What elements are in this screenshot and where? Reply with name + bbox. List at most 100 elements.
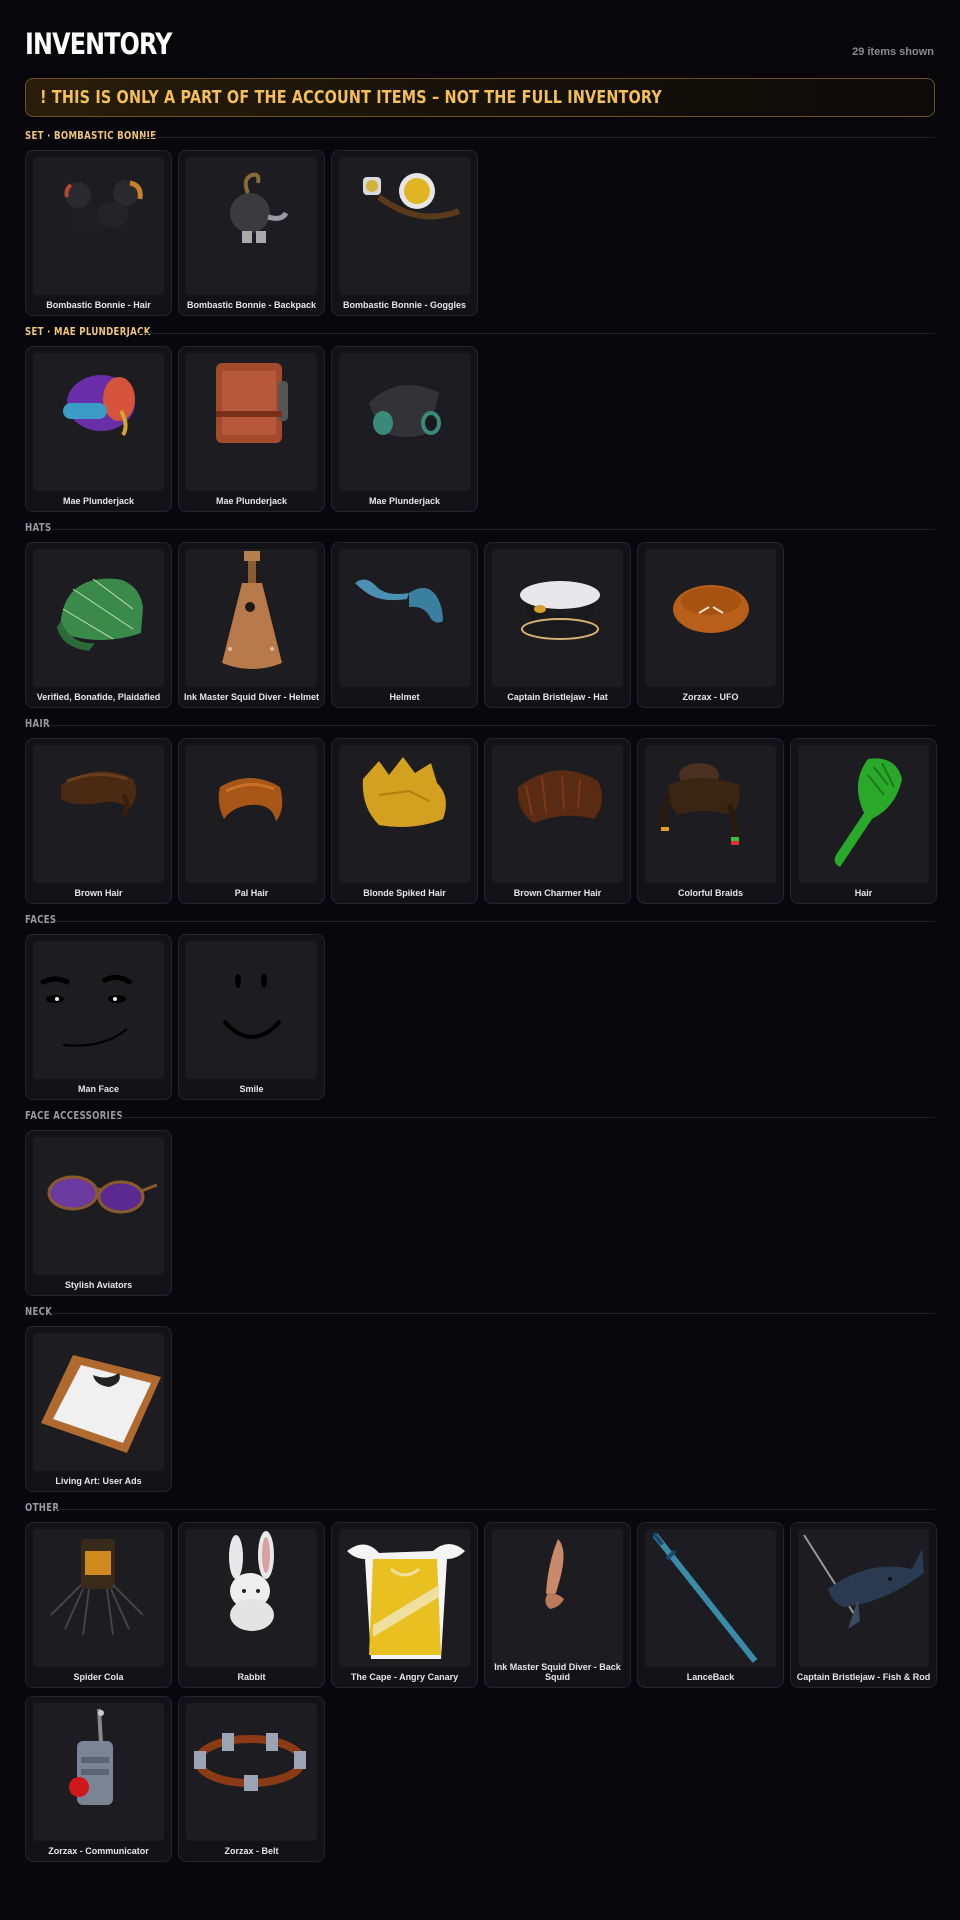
item-thumbnail: [339, 353, 470, 491]
squid-diver-helmet-image: [222, 551, 282, 669]
zorzax-belt-image: [194, 1733, 306, 1791]
section-other: OTHER: [25, 1501, 935, 1515]
item-thumbnail: [645, 1529, 776, 1667]
item-card[interactable]: Verified, Bonafide, Plaidafied: [25, 542, 172, 708]
item-card[interactable]: Bombastic Bonnie - Goggles: [331, 150, 478, 316]
item-card[interactable]: Spider Cola: [25, 1522, 172, 1688]
item-card[interactable]: Bombastic Bonnie - Hair: [25, 150, 172, 316]
item-name: Zorzax - Belt: [224, 1846, 279, 1856]
item-card[interactable]: Blonde Spiked Hair: [331, 738, 478, 904]
item-name: Bombastic Bonnie - Backpack: [186, 300, 317, 310]
item-name: Ink Master Squid Diver - Helmet: [183, 692, 320, 702]
item-name: The Cape - Angry Canary: [350, 1672, 459, 1682]
item-thumbnail: [33, 353, 164, 491]
item-thumbnail: [186, 1529, 317, 1667]
item-name: Captain Bristlejaw - Fish & Rod: [796, 1672, 931, 1682]
item-thumbnail: [339, 549, 470, 687]
item-name: Brown Charmer Hair: [513, 888, 602, 898]
item-name: Living Art: User Ads: [55, 1476, 142, 1486]
item-thumbnail: [186, 353, 317, 491]
section-divider: [49, 725, 935, 726]
section-divider: [143, 137, 935, 138]
colorful-braids-image: [661, 763, 740, 845]
section-label: SET · BOMBASTIC BONNIE: [25, 129, 157, 142]
section-label: OTHER: [25, 1501, 60, 1514]
item-name: Ink Master Squid Diver - Back Squid: [494, 1662, 621, 1682]
item-thumbnail: [33, 1333, 164, 1471]
fish-and-rod-image: [803, 1534, 924, 1629]
item-name: Zorzax - Communicator: [48, 1846, 149, 1856]
item-name: Verified, Bonafide, Plaidafied: [36, 692, 161, 702]
item-name: Spider Cola: [73, 1672, 124, 1682]
item-card[interactable]: Hair: [790, 738, 937, 904]
item-name: Brown Hair: [74, 888, 123, 898]
item-name: Bombastic Bonnie - Goggles: [342, 300, 466, 310]
item-name: Captain Bristlejaw - Hat: [507, 692, 608, 702]
item-name: Bombastic Bonnie - Hair: [46, 300, 151, 310]
smile-face-image: [222, 974, 282, 1039]
item-card[interactable]: Brown Charmer Hair: [484, 738, 631, 904]
item-card[interactable]: Ink Master Squid Diver - Back Squid: [484, 1522, 631, 1688]
item-name: Rabbit: [237, 1672, 266, 1682]
item-name: Colorful Braids: [677, 888, 743, 898]
item-card[interactable]: Brown Hair: [25, 738, 172, 904]
item-thumbnail: [33, 1529, 164, 1667]
item-card[interactable]: Mae Plunderjack: [331, 346, 478, 512]
item-card[interactable]: Smile: [178, 934, 325, 1100]
item-thumbnail: [186, 745, 317, 883]
item-card[interactable]: Zorzax - Belt: [178, 1696, 325, 1862]
item-card[interactable]: Captain Bristlejaw - Hat: [484, 542, 631, 708]
item-card[interactable]: Helmet: [331, 542, 478, 708]
item-thumbnail: [492, 1529, 623, 1667]
item-thumbnail: [33, 745, 164, 883]
item-name: LanceBack: [686, 1672, 735, 1682]
item-thumbnail: [33, 1137, 164, 1275]
stylish-aviators-image: [47, 1175, 158, 1214]
item-thumbnail: [33, 941, 164, 1079]
section-label: HAIR: [25, 717, 50, 730]
item-thumbnail: [492, 745, 623, 883]
green-hair-image: [834, 758, 902, 867]
item-card[interactable]: Mae Plunderjack: [25, 346, 172, 512]
item-card[interactable]: Colorful Braids: [637, 738, 784, 904]
item-thumbnail: [798, 1529, 929, 1667]
item-card[interactable]: Captain Bristlejaw - Fish & Rod: [790, 1522, 937, 1688]
item-name: Mae Plunderjack: [368, 496, 441, 506]
section-label: SET · MAE PLUNDERJACK: [25, 325, 151, 338]
item-card[interactable]: Zorzax - UFO: [637, 542, 784, 708]
item-card[interactable]: LanceBack: [637, 1522, 784, 1688]
item-card[interactable]: Pal Hair: [178, 738, 325, 904]
item-name: Man Face: [77, 1084, 119, 1094]
item-thumbnail: [492, 549, 623, 687]
item-name: Helmet: [389, 692, 420, 702]
item-card[interactable]: Bombastic Bonnie - Backpack: [178, 150, 325, 316]
mae-hair-image: [63, 375, 135, 437]
item-card[interactable]: The Cape - Angry Canary: [331, 1522, 478, 1688]
item-card[interactable]: Living Art: User Ads: [25, 1326, 172, 1492]
angry-canary-cape-image: [347, 1544, 465, 1659]
mae-backpack-image: [216, 363, 288, 443]
item-thumbnail: [798, 745, 929, 883]
item-name: Zorzax - UFO: [682, 692, 739, 702]
section-neck: NECK: [25, 1305, 935, 1319]
item-thumbnail: [33, 549, 164, 687]
rabbit-image: [229, 1531, 274, 1631]
man-face-image: [39, 975, 133, 1047]
section-divider: [50, 1313, 935, 1314]
brown-charmer-hair-image: [517, 770, 603, 823]
item-card[interactable]: Stylish Aviators: [25, 1130, 172, 1296]
section-label: HATS: [25, 521, 52, 534]
item-thumbnail: [645, 549, 776, 687]
ufo-hat-image: [673, 585, 749, 633]
item-card[interactable]: Rabbit: [178, 1522, 325, 1688]
item-card[interactable]: Mae Plunderjack: [178, 346, 325, 512]
item-card[interactable]: Zorzax - Communicator: [25, 1696, 172, 1862]
section-faces: FACES: [25, 913, 935, 927]
item-thumbnail: [186, 157, 317, 295]
bonnie-goggles-image: [363, 173, 461, 220]
item-card[interactable]: Man Face: [25, 934, 172, 1100]
section-hats: HATS: [25, 521, 935, 535]
page-title: INVENTORY: [25, 27, 172, 61]
living-art-image: [41, 1355, 161, 1453]
item-card[interactable]: Ink Master Squid Diver - Helmet: [178, 542, 325, 708]
